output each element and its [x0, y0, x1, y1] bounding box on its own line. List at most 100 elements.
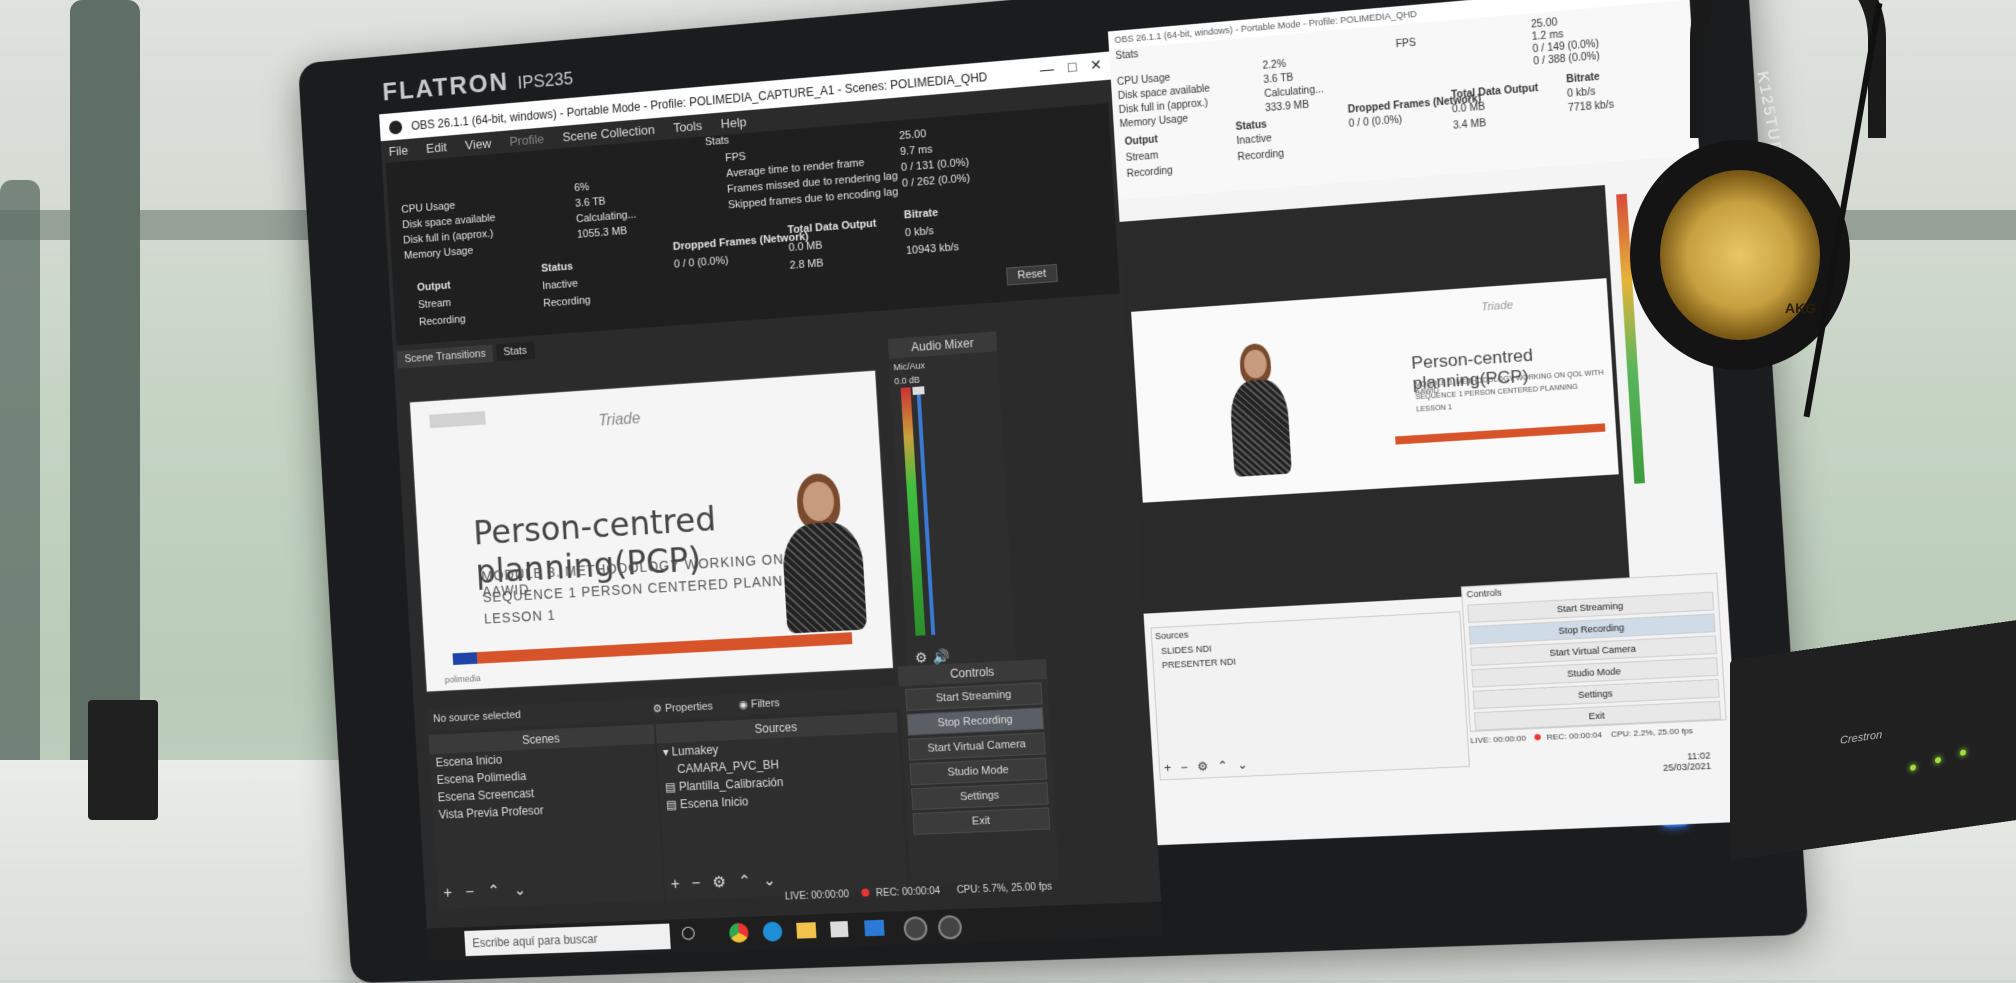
tab-stats[interactable]: Stats	[495, 341, 535, 362]
missed-value: 0 / 131 (0.0%)	[900, 156, 970, 175]
cpu-label: CPU Usage	[1116, 72, 1171, 89]
slide-lesson: LESSON 1	[483, 607, 557, 627]
up-arrow-icon[interactable]: ⌃	[1217, 758, 1228, 773]
slide-orange-bar	[452, 632, 853, 666]
filters-button[interactable]: ◉ Filters	[738, 696, 780, 711]
stop-recording-button[interactable]: Stop Recording	[906, 707, 1045, 736]
volume-slider-handle[interactable]	[912, 386, 925, 395]
studio-mode-button[interactable]: Studio Mode	[909, 757, 1048, 786]
output-header: Output	[1124, 134, 1159, 148]
window-controls: — □ ✕	[1039, 56, 1102, 78]
remove-icon[interactable]: −	[1180, 760, 1188, 774]
reset-button[interactable]: Reset	[1006, 264, 1058, 286]
menu-tools[interactable]: Tools	[673, 118, 703, 135]
stream-bitrate: 0 kb/s	[904, 225, 935, 240]
slide-lesson: LESSON 1	[1416, 404, 1453, 414]
add-icon[interactable]: +	[443, 885, 453, 902]
monitor: FLATRON IPS235 LG OBS 26.1.1 (64-bit, wi…	[297, 0, 1809, 983]
mail-icon[interactable]	[864, 919, 885, 937]
tab-scene-transitions[interactable]: Scene Transitions	[396, 344, 494, 369]
obs-logo-icon	[388, 120, 403, 135]
edge-icon[interactable]	[762, 921, 783, 942]
render-value: 9.7 ms	[899, 143, 933, 159]
task-view-icon[interactable]: ◯	[681, 925, 696, 941]
live-status: LIVE: 00:00:00	[784, 889, 850, 903]
status-header: Status	[540, 260, 574, 276]
remove-icon[interactable]: −	[691, 875, 701, 892]
presenter-figure	[1225, 342, 1294, 478]
stream-label: Stream	[417, 297, 452, 312]
cpu-status: CPU: 2.2%, 25.00 fps	[1610, 726, 1694, 740]
bitrate-header: Bitrate	[1565, 71, 1601, 86]
gear-icon[interactable]: ⚙	[914, 649, 927, 667]
stream-status: Inactive	[1236, 133, 1273, 148]
gear-icon[interactable]: ⚙	[1197, 759, 1209, 774]
minimize-icon[interactable]: —	[1039, 60, 1054, 77]
rec-status: REC: 00:00:04	[875, 885, 941, 900]
rec-label: Recording	[418, 313, 466, 329]
rec-status: Recording	[543, 294, 591, 310]
menu-profile[interactable]: Profile	[509, 132, 544, 149]
exit-button[interactable]: Exit	[912, 807, 1051, 836]
add-icon[interactable]: +	[670, 876, 680, 893]
add-icon[interactable]: +	[1164, 761, 1172, 775]
stream-dropped: 0 / 0 (0.0%)	[673, 255, 729, 271]
properties-button[interactable]: ⚙ Properties	[652, 700, 713, 716]
clock-date: 25/03/2021	[1662, 760, 1712, 774]
scenes-dock: Scenes Escena Inicio Escena Polimedia Es…	[428, 724, 665, 909]
settings-button[interactable]: Settings	[911, 782, 1049, 811]
rec-status: REC: 00:00:04	[1546, 730, 1603, 742]
triade-logo: Triade	[1480, 299, 1514, 314]
down-arrow-icon[interactable]: ⌄	[513, 882, 527, 899]
fps-value: 25.00	[898, 128, 927, 143]
close-icon[interactable]: ✕	[1090, 56, 1103, 73]
fps-label: FPS	[724, 151, 747, 165]
chrome-icon[interactable]	[728, 922, 750, 944]
mem-label: Memory Usage	[403, 245, 474, 263]
obs-taskbar-icon[interactable]	[903, 916, 929, 941]
stream-total: 0.0 MB	[1451, 101, 1486, 116]
device-label: Crestron	[1840, 728, 1883, 747]
mem-value: 1055.3 MB	[576, 225, 628, 242]
preview-canvas[interactable]: Triade Person-centred planning(PCP) MODU…	[1131, 278, 1619, 503]
down-arrow-icon[interactable]: ⌄	[762, 872, 776, 889]
rec-dot-icon	[1534, 733, 1542, 741]
gear-icon[interactable]: ⚙	[712, 874, 727, 891]
sources-dock: Sources ▾ Lumakey CAMARA_PVC_BH ▤ Planti…	[655, 712, 908, 901]
cpu-value: 2.2%	[1262, 58, 1287, 72]
monitor-model: IPS235	[517, 68, 574, 93]
up-arrow-icon[interactable]: ⌃	[738, 873, 752, 890]
preview-canvas[interactable]: Triade Person-centred planning(PCP) MODU…	[408, 369, 895, 693]
stream-bitrate: 0 kb/s	[1566, 86, 1596, 100]
rec-total: 2.8 MB	[789, 257, 824, 273]
store-icon[interactable]	[830, 921, 849, 938]
disk-value: 3.6 TB	[1263, 72, 1294, 86]
maximize-icon[interactable]: □	[1067, 58, 1076, 75]
device-box: Crestron	[1730, 619, 2016, 861]
remove-icon[interactable]: −	[465, 884, 475, 901]
menu-file[interactable]: File	[388, 143, 408, 159]
folder-icon[interactable]	[796, 922, 817, 939]
start-virtual-camera-button[interactable]: Start Virtual Camera	[908, 732, 1046, 761]
eu-flag-icon	[452, 652, 478, 666]
menu-edit[interactable]: Edit	[426, 140, 448, 156]
down-arrow-icon[interactable]: ⌄	[1237, 757, 1248, 772]
diskfull-label: Disk full in (approx.)	[402, 228, 494, 247]
up-arrow-icon[interactable]: ⌃	[487, 883, 500, 900]
scenes-toolbar: + − ⌃ ⌄	[443, 880, 527, 903]
total-header: Total Data Output	[787, 217, 877, 237]
preview-area: Triade Person-centred planning(PCP) MODU…	[1119, 185, 1631, 614]
start-streaming-button[interactable]: Start Streaming	[905, 682, 1043, 711]
rec-total: 3.4 MB	[1452, 117, 1487, 132]
rec-bitrate: 7718 kb/s	[1567, 99, 1615, 115]
stream-label: Stream	[1125, 150, 1159, 164]
no-source-selected: No source selected	[432, 709, 522, 726]
taskbar-search[interactable]: Escribe aquí para buscar	[464, 923, 671, 957]
obs-taskbar-icon[interactable]	[937, 914, 963, 940]
status-led-icon	[1935, 756, 1941, 764]
menu-help[interactable]: Help	[720, 115, 747, 132]
menu-view[interactable]: View	[465, 136, 492, 153]
diskfull-value: Calculating...	[1264, 84, 1324, 101]
slide-footer: polimedia	[444, 673, 481, 685]
diskfull-value: Calculating...	[575, 209, 637, 226]
